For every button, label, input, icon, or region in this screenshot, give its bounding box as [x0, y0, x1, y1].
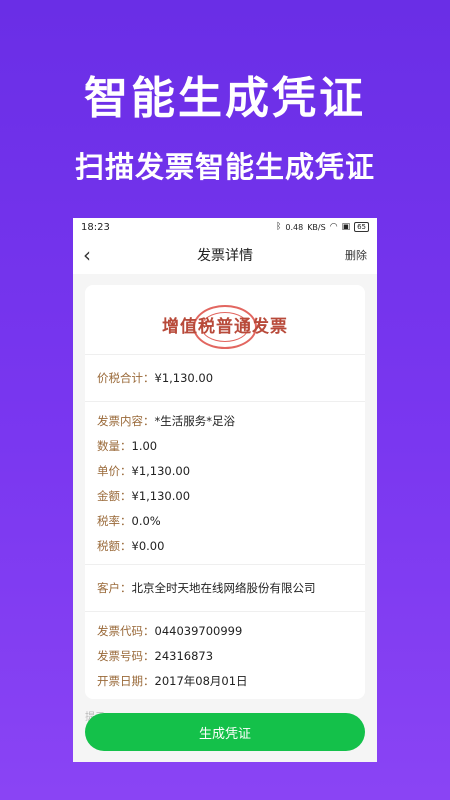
code-row: 发票代码： 044039700999	[97, 618, 353, 643]
tax-rate-value: 0.0%	[131, 513, 161, 528]
status-time: 18:23	[81, 221, 110, 233]
bluetooth-icon: ᛒ	[275, 222, 282, 232]
code-row: 发票号码： 24316873	[97, 643, 353, 668]
code-row: 开票日期： 2017年08月01日	[97, 668, 353, 693]
tax-rate-label: 税率：	[97, 513, 132, 528]
quantity-value: 1.00	[131, 438, 158, 453]
status-icons: ᛒ 0.48 KB/S ◠ ▣ 65	[276, 222, 369, 232]
page-title: 发票详情	[197, 248, 253, 264]
issue-date-label: 开票日期：	[97, 673, 155, 688]
invoice-number-label: 发票号码：	[97, 648, 155, 663]
status-bar: 18:23 ᛒ 0.48 KB/S ◠ ▣ 65	[73, 218, 377, 236]
generate-voucher-button[interactable]: 生成凭证	[85, 713, 365, 751]
items-section: 发票内容： *生活服务*足浴 数量： 1.00 单价： ¥1,130.00 金额…	[85, 402, 365, 565]
wifi-icon: ◠	[329, 222, 338, 232]
unit-price-value: ¥1,130.00	[131, 463, 191, 478]
invoice-number-value: 24316873	[154, 648, 214, 663]
buyer-section: 客户： 北京全时天地在线网络股份有限公司	[85, 565, 365, 612]
buyer-row: 客户： 北京全时天地在线网络股份有限公司	[97, 571, 353, 605]
sim-icon: ▣	[341, 222, 351, 232]
tax-amount-value: ¥0.00	[131, 538, 165, 553]
invoice-code-label: 发票代码：	[97, 623, 155, 638]
promo-headline: 智能生成凭证	[84, 73, 366, 124]
quantity-label: 数量：	[97, 438, 132, 453]
issue-date-value: 2017年08月01日	[154, 673, 248, 688]
unit-price-label: 单价：	[97, 463, 132, 478]
buyer-label: 客户：	[97, 581, 132, 595]
total-section: 价税合计： ¥1,130.00	[85, 355, 365, 402]
buyer-value: 北京全时天地在线网络股份有限公司	[131, 581, 316, 595]
net-speed: 0.48	[285, 222, 304, 232]
detail-row: 单价： ¥1,130.00	[97, 458, 353, 483]
invoice-header: 增值税普通发票	[85, 285, 365, 355]
detail-row: 税率： 0.0%	[97, 508, 353, 533]
invoice-type: 增值税普通发票	[162, 317, 288, 337]
tax-amount-label: 税额：	[97, 538, 132, 553]
delete-button[interactable]: 删除	[345, 247, 367, 263]
codes-section: 发票代码： 044039700999 发票号码： 24316873 开票日期： …	[85, 612, 365, 699]
detail-row: 数量： 1.00	[97, 433, 353, 458]
battery-icon: 65	[354, 222, 369, 232]
total-value: ¥1,130.00	[154, 371, 214, 385]
phone-screen: 18:23 ᛒ 0.48 KB/S ◠ ▣ 65 ‹ 发票详情 删除 增值税普通…	[73, 218, 377, 762]
net-unit: KB/S	[307, 222, 326, 232]
detail-row: 税额： ¥0.00	[97, 533, 353, 558]
total-label: 价税合计：	[97, 371, 155, 385]
total-row: 价税合计： ¥1,130.00	[97, 361, 353, 395]
amount-value: ¥1,130.00	[131, 488, 191, 503]
invoice-card: 增值税普通发票 价税合计： ¥1,130.00 发票内容： *生活服务*足浴 数…	[85, 285, 365, 699]
back-icon[interactable]: ‹	[83, 243, 107, 267]
amount-label: 金额：	[97, 488, 132, 503]
content-value: *生活服务*足浴	[154, 413, 236, 428]
promo-subline: 扫描发票智能生成凭证	[74, 150, 375, 184]
nav-bar: ‹ 发票详情 删除	[73, 236, 377, 274]
detail-row: 金额： ¥1,130.00	[97, 483, 353, 508]
detail-row: 发票内容： *生活服务*足浴	[97, 408, 353, 433]
content-label: 发票内容：	[97, 413, 155, 428]
invoice-code-value: 044039700999	[154, 623, 243, 638]
